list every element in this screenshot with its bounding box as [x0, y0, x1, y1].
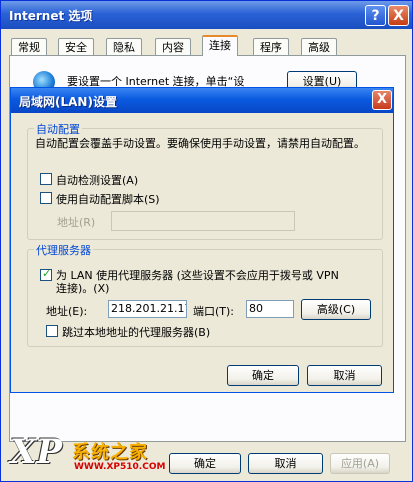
- tab-content[interactable]: 内容: [155, 38, 191, 55]
- tab-security[interactable]: 安全: [58, 38, 94, 55]
- auto-script-checkbox[interactable]: [40, 192, 52, 204]
- proxy-port-label: 端口(T):: [193, 305, 235, 318]
- window-title: Internet 选项: [9, 9, 93, 23]
- xp-logo-text: XP: [10, 432, 62, 472]
- dialog-close-button[interactable]: X: [372, 90, 392, 110]
- auto-config-description: 自动配置会覆盖手动设置。要确保使用手动设置，请禁用自动配置。: [35, 137, 365, 150]
- use-proxy-label-line2[interactable]: 连接)。(X): [56, 280, 109, 296]
- proxy-advanced-button[interactable]: 高级(C): [301, 299, 371, 320]
- proxy-address-label: 地址(E):: [46, 305, 88, 318]
- site-url: WWW.XP510.COM: [74, 462, 166, 472]
- script-address-label: 地址(R): [57, 216, 96, 229]
- auto-script-label[interactable]: 使用自动配置脚本(S): [56, 191, 160, 207]
- checkmark-icon: ✓: [42, 267, 52, 280]
- dialog-title: 局域网(LAN)设置: [19, 95, 117, 109]
- outer-cancel-button[interactable]: 取消: [248, 453, 323, 474]
- script-address-field[interactable]: [111, 211, 295, 231]
- proxy-port-field[interactable]: 80: [246, 300, 294, 318]
- proxy-address-field[interactable]: 218.201.21.178: [108, 300, 187, 318]
- tab-programs[interactable]: 程序: [253, 38, 289, 55]
- window-close-button[interactable]: X: [388, 5, 409, 26]
- outer-ok-button[interactable]: 确定: [169, 453, 241, 474]
- proxy-group-label: 代理服务器: [34, 242, 93, 258]
- auto-detect-label[interactable]: 自动检测设置(A): [56, 172, 138, 188]
- site-name: 系统之家: [72, 442, 148, 463]
- bypass-local-checkbox[interactable]: [46, 325, 58, 337]
- tab-privacy[interactable]: 隐私: [106, 38, 142, 55]
- tab-advanced[interactable]: 高级: [301, 38, 337, 55]
- lan-settings-dialog: 局域网(LAN)设置 X 自动配置 自动配置会覆盖手动设置。要确保使用手动设置，…: [10, 87, 394, 393]
- window-title-bar[interactable]: Internet 选项 ? X: [1, 1, 412, 29]
- tab-general[interactable]: 常规: [11, 38, 47, 55]
- tab-connections[interactable]: 连接: [202, 35, 238, 56]
- outer-apply-button[interactable]: 应用(A): [330, 453, 390, 474]
- use-proxy-checkbox[interactable]: ✓: [40, 267, 52, 281]
- help-button[interactable]: ?: [365, 5, 386, 26]
- dialog-title-bar[interactable]: 局域网(LAN)设置 X: [11, 88, 393, 113]
- auto-config-group-label: 自动配置: [34, 121, 82, 137]
- auto-detect-checkbox[interactable]: [40, 173, 52, 185]
- bypass-local-label[interactable]: 跳过本地地址的代理服务器(B): [62, 324, 210, 340]
- dialog-ok-button[interactable]: 确定: [227, 365, 299, 386]
- watermark-logo: XP 系统之家 WWW.XP510.COM: [4, 432, 166, 480]
- dialog-cancel-button[interactable]: 取消: [307, 365, 382, 386]
